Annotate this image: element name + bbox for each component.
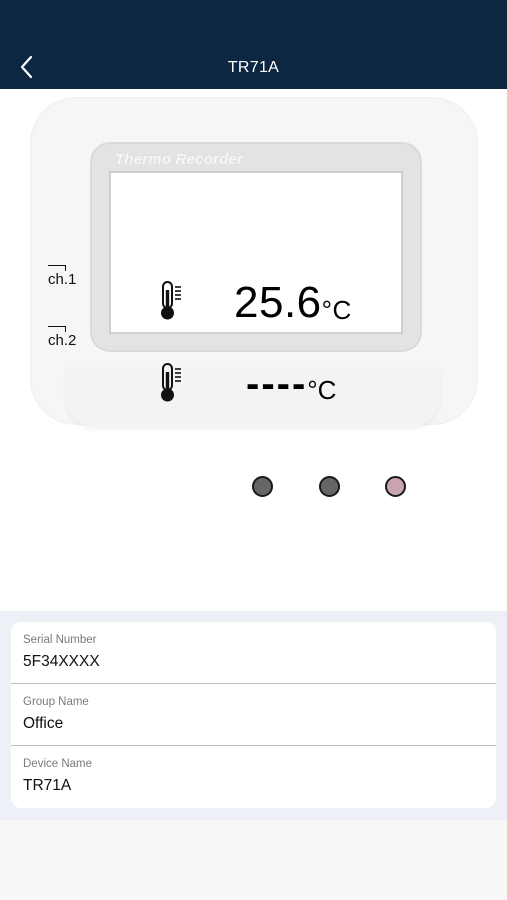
navigation-bar: TR71A [0, 0, 507, 89]
device-brand-label: Thermo Recorder [115, 151, 244, 168]
serial-number-value: 5F34XXXX [23, 653, 100, 670]
channel-tick [48, 326, 66, 332]
channel-1-reading: 25.6°C [234, 278, 352, 328]
channel-2-value: ---- [246, 362, 308, 406]
channel-2-unit: °C [307, 375, 337, 405]
page-title: TR71A [227, 59, 280, 76]
thermometer-icon [161, 281, 181, 320]
device-button-3[interactable] [385, 476, 406, 497]
channel-1-unit: °C [321, 295, 352, 325]
thermometer-icon [161, 363, 181, 402]
serial-number-row: Serial Number 5F34XXXX [11, 622, 496, 684]
channel-2-label: ch.2 [48, 326, 77, 349]
device-button-1[interactable] [252, 476, 273, 497]
channel-1-label: ch.1 [48, 265, 77, 288]
device-name-value: TR71A [23, 777, 72, 794]
device-button-2[interactable] [319, 476, 340, 497]
device-name-label: Device Name [23, 758, 93, 770]
channel-tick [48, 265, 66, 271]
bottom-blank-area [0, 820, 507, 900]
channel-2-reading: ----°C [246, 362, 336, 407]
device-name-row[interactable]: Device Name TR71A [11, 746, 496, 808]
group-name-label: Group Name [23, 696, 89, 708]
channel-2-text: ch.2 [48, 332, 77, 349]
channel-1-text: ch.1 [48, 271, 77, 288]
group-name-value: Office [23, 715, 64, 732]
device-info-card: Serial Number 5F34XXXX Group Name Office… [11, 622, 496, 808]
device-info-section: Serial Number 5F34XXXX Group Name Office… [0, 611, 507, 820]
group-name-row[interactable]: Group Name Office [11, 684, 496, 746]
serial-number-label: Serial Number [23, 634, 97, 646]
channel-1-value: 25.6 [234, 278, 322, 327]
